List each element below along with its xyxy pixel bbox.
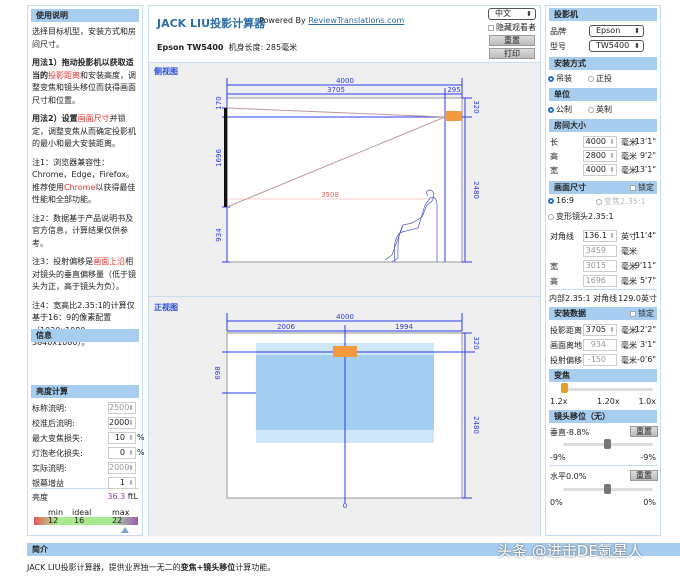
front-lens-height: 2480 [472,416,480,434]
zoom-min: 1.2x [550,397,568,406]
room-row-label: 长 [550,138,558,147]
horizontal-max: 0% [643,498,656,507]
install-row-imperial: -0'6" [637,355,656,364]
side-lens-height: 2480 [472,181,480,199]
room-row-imperial: 13'1" [634,165,656,174]
vertical-reset-button[interactable]: 重置 [630,426,658,437]
brand-select[interactable]: Epson [589,25,644,37]
install-row-label: 投影距离 [550,326,582,335]
side-bottom-height: 934 [215,228,223,242]
vertical-shift-thumb[interactable] [604,439,611,449]
install-row-label: 投射偏移 [550,356,582,365]
front-width-total: 4000 [336,313,354,321]
screen-lock-checkbox[interactable]: 锁定 [630,181,654,194]
intro-footer-text: JACK LIU投影计算器，提供业界独一无二的变焦+镜头移位计算功能。 [27,563,276,572]
ratio-169-radio[interactable]: 16:9 [548,196,574,205]
screen-row-input[interactable]: 136.1 [583,230,617,242]
vertical-shift-label: 垂直-8.8% [550,428,590,437]
mount-ceiling-radio[interactable]: 吊装 [548,73,572,84]
watermark: 头条 @进击DE氪星人 [497,542,643,560]
unit-header: 单位 [549,88,657,101]
projector-header: 投影机 [549,8,657,21]
mount-header: 安装方式 [549,57,657,70]
room-row-input[interactable]: 2800 [583,150,617,162]
front-ceiling-gap: 320 [472,336,480,349]
zoom-current: 1.20x [597,397,620,406]
install-row-unit: 毫米 [621,356,637,365]
projector-front[interactable] [333,346,357,357]
side-top-gap: 170 [215,96,223,109]
room-row-label: 宽 [550,166,558,175]
install-row-input: -150 [583,354,617,366]
screen-side [224,108,227,207]
screen-row-unit: 毫米 [621,247,637,256]
side-ceiling-gap: 320 [472,100,480,113]
screen-row-label: 高 [550,277,558,286]
room-row-input[interactable]: 4000 [583,136,617,148]
install-row-label: 画面离地 [550,341,582,350]
anamorphic-radio[interactable]: 变形镜头2.35:1 [548,211,614,222]
inner-diagonal-value: 129.0英寸 [618,294,657,303]
side-room [226,97,463,263]
right-panel: 投影机 品牌 Epson 型号 TW5400 安装方式 吊装 正投 单位 公制 … [545,5,661,536]
screen-row-input: 1696 [583,275,617,287]
vertical-max: -9% [640,453,656,462]
inner-diagonal-label: 内部2.35:1 对角线 [549,294,618,303]
screen-row-unit: 毫米 [621,277,637,286]
model-label: 型号 [550,42,566,51]
unit-imperial-radio[interactable]: 英制 [588,104,612,115]
zoom-max: 1.0x [638,397,656,406]
lens-shift-header: 镜头移位（无） [549,410,657,423]
side-body-length: 295 [447,86,460,94]
screen-row-input: 3015 [583,260,617,272]
ratio-235-radio[interactable]: 变焦2.35:1 [596,196,646,207]
mount-front-radio[interactable]: 正投 [588,73,612,84]
room-row-input[interactable]: 4000 [583,164,617,176]
room-header: 房间大小 [549,119,657,132]
brand-label: 品牌 [550,27,566,36]
screen-row-input: 3459 [583,245,617,257]
screen-row-imperial: 9'11" [634,261,656,270]
screen-row-label: 对角线 [550,232,574,241]
room-row-imperial: 9'2" [639,151,656,160]
projector-side[interactable] [445,111,462,121]
room-row-label: 高 [550,152,558,161]
screen-row-imperial: 5'7" [639,276,656,285]
front-right-width: 1994 [395,323,413,331]
horizontal-reset-button[interactable]: 重置 [630,470,658,481]
install-lock-checkbox[interactable]: 锁定 [630,307,654,320]
horizontal-min: 0% [550,498,563,507]
model-select[interactable]: TW5400 [589,40,644,52]
screen-header: 画面尺寸 锁定 [549,181,657,194]
side-diagram: 4000 3705 295 3508 170 1696 934 320 2480 [215,77,480,263]
install-row-unit: 毫米 [621,341,637,350]
screen-row-imperial: 11'4" [634,231,656,240]
front-left-offset: 698 [214,366,222,379]
install-row-input: 934 [583,339,617,351]
room-row-unit: 毫米 [621,152,637,161]
front-diagram: 4000 2006 1994 698 320 2480 0 [214,313,480,510]
side-screen-height: 1696 [215,149,223,167]
zoom-slider-thumb[interactable] [561,383,568,393]
side-throw-distance: 3705 [327,86,345,94]
zoom-slider[interactable] [563,388,653,391]
room-row-imperial: 13'1" [634,137,656,146]
horizontal-shift-thumb[interactable] [604,484,611,494]
install-row-imperial: 12'2" [634,325,656,334]
front-center-offset: 0 [343,502,347,510]
zoom-header: 变焦 [549,369,657,382]
unit-metric-radio[interactable]: 公制 [548,104,572,115]
side-width-total: 4000 [336,77,354,85]
side-viewing-distance: 3508 [321,191,339,199]
horizontal-shift-label: 水平0.0% [550,472,587,481]
install-row-input[interactable]: 3705 [583,324,617,336]
install-header: 安装数据 锁定 [549,307,657,320]
front-left-width: 2006 [277,323,295,331]
screen-row-label: 宽 [550,262,558,271]
install-row-imperial: 3'1" [639,340,656,349]
vertical-min: -9% [550,453,566,462]
